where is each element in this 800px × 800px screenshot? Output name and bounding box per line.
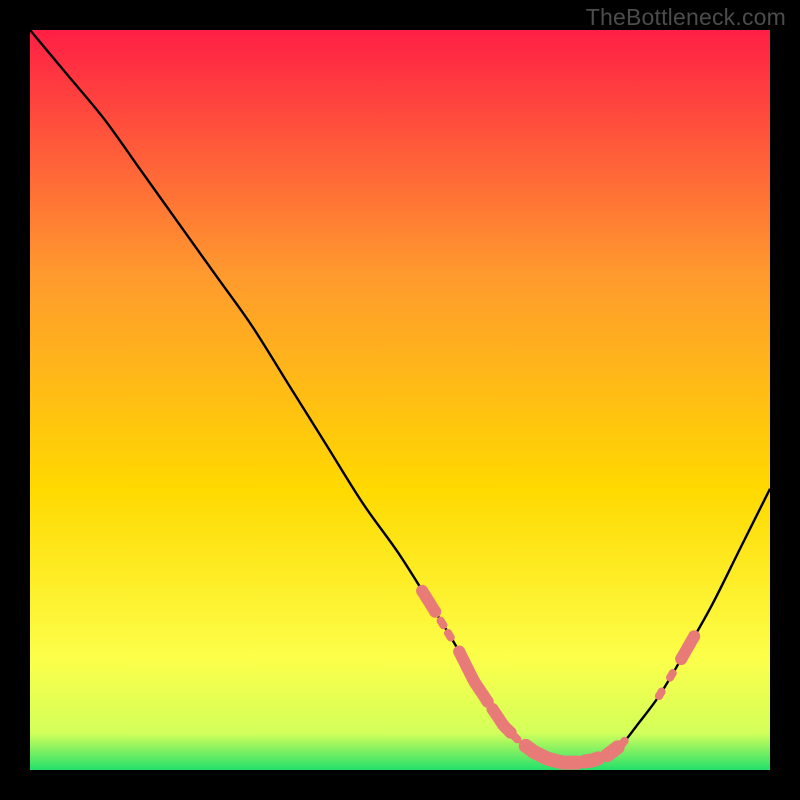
marker-cap	[453, 646, 465, 658]
watermark-text: TheBottleneck.com	[586, 4, 786, 31]
plot-area	[30, 30, 770, 770]
marker-cap	[688, 630, 700, 642]
marker-cap	[447, 633, 455, 641]
marker-cap	[669, 669, 677, 677]
gradient-bg	[30, 30, 770, 770]
marker-cap	[429, 606, 441, 618]
marker-cap	[519, 739, 533, 753]
marker-cap	[487, 703, 499, 715]
marker-cap	[621, 737, 629, 745]
marker-cap	[439, 621, 447, 629]
marker-cap	[675, 653, 687, 665]
plot-svg	[30, 30, 770, 770]
marker-cap	[658, 688, 666, 696]
marker-cap	[578, 754, 592, 768]
marker-cap	[416, 585, 428, 597]
chart-stage: TheBottleneck.com	[0, 0, 800, 800]
